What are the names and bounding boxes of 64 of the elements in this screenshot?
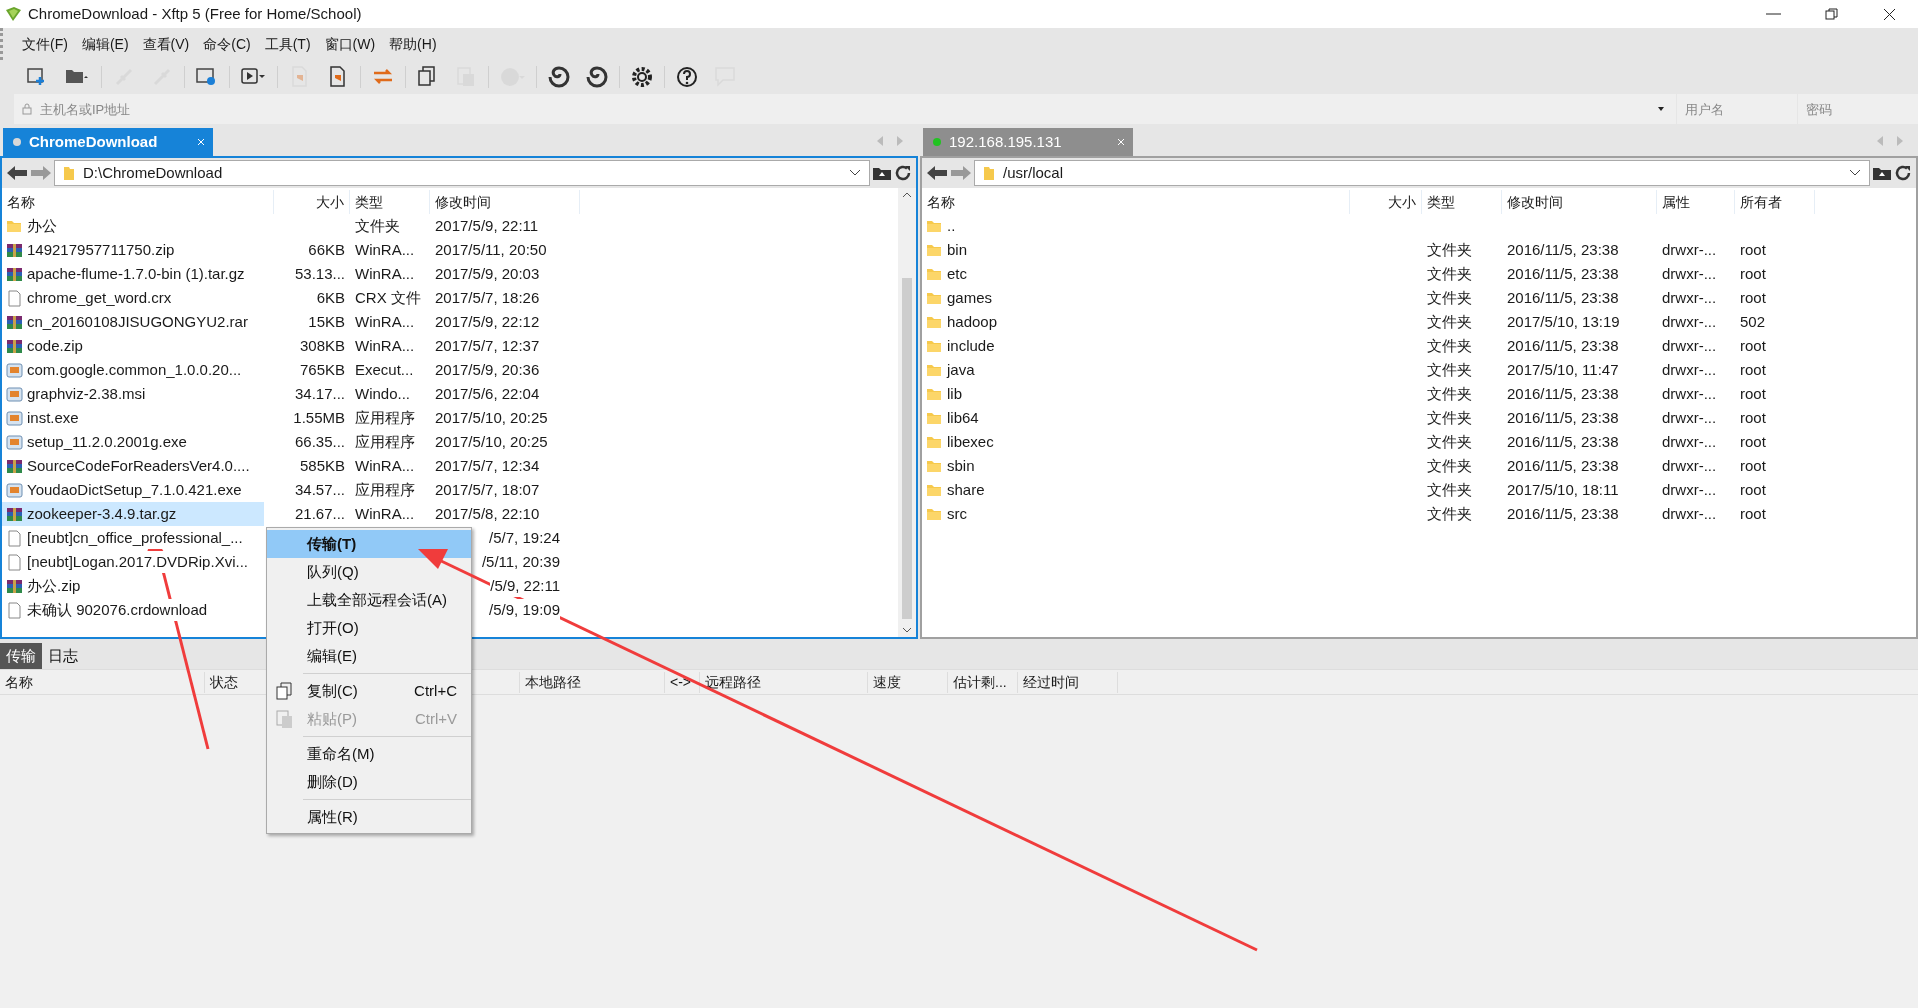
menu-item[interactable]: 打开(O) xyxy=(267,614,471,642)
file-row[interactable]: chrome_get_word.crx xyxy=(2,286,264,310)
menu-item[interactable]: 重命名(M) xyxy=(267,740,471,768)
path-field[interactable]: /usr/local xyxy=(974,160,1870,186)
menu-item[interactable]: 命令(C) xyxy=(196,32,258,56)
column-header[interactable]: 类型 xyxy=(350,190,430,214)
file-row[interactable]: YoudaoDictSetup_7.1.0.421.exe xyxy=(2,478,264,502)
file-row[interactable]: 办公.zip xyxy=(2,574,264,598)
file-row[interactable]: code.zip xyxy=(2,334,264,358)
column-header[interactable]: 修改时间 xyxy=(430,190,580,214)
file-name: 未确认 902076.crdownload xyxy=(27,598,208,622)
file-row[interactable]: inst.exe xyxy=(2,406,264,430)
column-header[interactable]: 名称 xyxy=(922,190,1350,214)
path-field[interactable]: D:\ChromeDownload xyxy=(54,160,870,186)
modified-time: /5/9, 19:09 xyxy=(489,598,560,622)
file-row[interactable]: cn_20160108JISUGONGYU2.rar xyxy=(2,310,264,334)
menu-item[interactable]: 帮助(H) xyxy=(382,32,444,56)
column-header[interactable]: 类型 xyxy=(1422,190,1502,214)
menu-item[interactable]: 删除(D) xyxy=(267,768,471,796)
menu-item[interactable]: 文件(F) xyxy=(15,32,75,56)
column-header[interactable]: 远程路径 xyxy=(700,671,868,693)
column-header[interactable]: 大小 xyxy=(1350,190,1422,214)
column-header[interactable]: 属性 xyxy=(1657,190,1735,214)
menu-item[interactable]: 查看(V) xyxy=(135,32,197,56)
file-row[interactable]: 149217957711750.zip xyxy=(2,238,264,262)
file-row[interactable]: [neubt]cn_office_professional_... xyxy=(2,526,264,550)
file-row[interactable]: zookeeper-3.4.9.tar.gz xyxy=(2,502,264,526)
column-header[interactable]: 大小 xyxy=(274,190,350,214)
menu-item[interactable]: 编辑(E) xyxy=(74,32,136,56)
column-header[interactable]: 经过时间 xyxy=(1018,671,1118,693)
column-header[interactable]: 估计剩... xyxy=(948,671,1018,693)
file-row[interactable]: com.google.common_1.0.0.20... xyxy=(2,358,264,382)
username-field[interactable]: 用户名 xyxy=(1677,94,1797,124)
modified-time: 2017/5/8, 22:10 xyxy=(435,503,540,524)
file-row[interactable]: setup_11.2.0.2001g.exe xyxy=(2,430,264,454)
menu-item[interactable]: 复制(C) Ctrl+C xyxy=(267,677,471,705)
column-header[interactable]: 速度 xyxy=(868,671,948,693)
file-row[interactable]: apache-flume-1.7.0-bin (1).tar.gz xyxy=(2,262,264,286)
file-name: [neubt]Logan.2017.DVDRip.Xvi... xyxy=(27,550,248,574)
file-name: zookeeper-3.4.9.tar.gz xyxy=(27,503,177,524)
bottom-tab[interactable]: 传输 xyxy=(0,643,42,669)
column-header[interactable]: 本地路径 xyxy=(520,671,665,693)
file-type: WinRA... xyxy=(355,503,415,524)
menu-item[interactable]: 队列(Q) xyxy=(267,558,471,586)
column-header[interactable]: 修改时间 xyxy=(1502,190,1657,214)
file-size: 21.67... xyxy=(294,503,345,524)
password-field[interactable]: 密码 xyxy=(1798,94,1918,124)
menu-item[interactable]: 属性(R) xyxy=(267,803,471,831)
menu-item[interactable]: 上载全部远程会话(A) xyxy=(267,586,471,614)
window-title: ChromeDownload - Xftp 5 (Free for Home/School) xyxy=(28,3,362,24)
menu-item[interactable]: 工具(T) xyxy=(257,32,318,56)
panel-tab[interactable]: ChromeDownload xyxy=(3,128,213,156)
file-row[interactable]: [neubt]Logan.2017.DVDRip.Xvi... xyxy=(2,550,264,574)
column-header[interactable]: 名称 xyxy=(2,190,274,214)
bottom-tab[interactable]: 日志 xyxy=(42,643,84,669)
column-header[interactable]: 所有者 xyxy=(1735,190,1815,214)
file-row[interactable]: 未确认 902076.crdownload xyxy=(2,598,264,622)
file-row[interactable]: 办公 xyxy=(2,214,264,238)
menu-item[interactable]: 编辑(E) xyxy=(267,642,471,670)
file-row[interactable]: graphviz-2.38.msi xyxy=(2,382,264,406)
column-header[interactable]: <-> xyxy=(665,671,700,693)
column-header[interactable]: 名称 xyxy=(0,671,205,693)
menu-item[interactable]: 窗口(W) xyxy=(317,32,383,56)
menu-item[interactable]: 传输(T) xyxy=(267,530,471,558)
